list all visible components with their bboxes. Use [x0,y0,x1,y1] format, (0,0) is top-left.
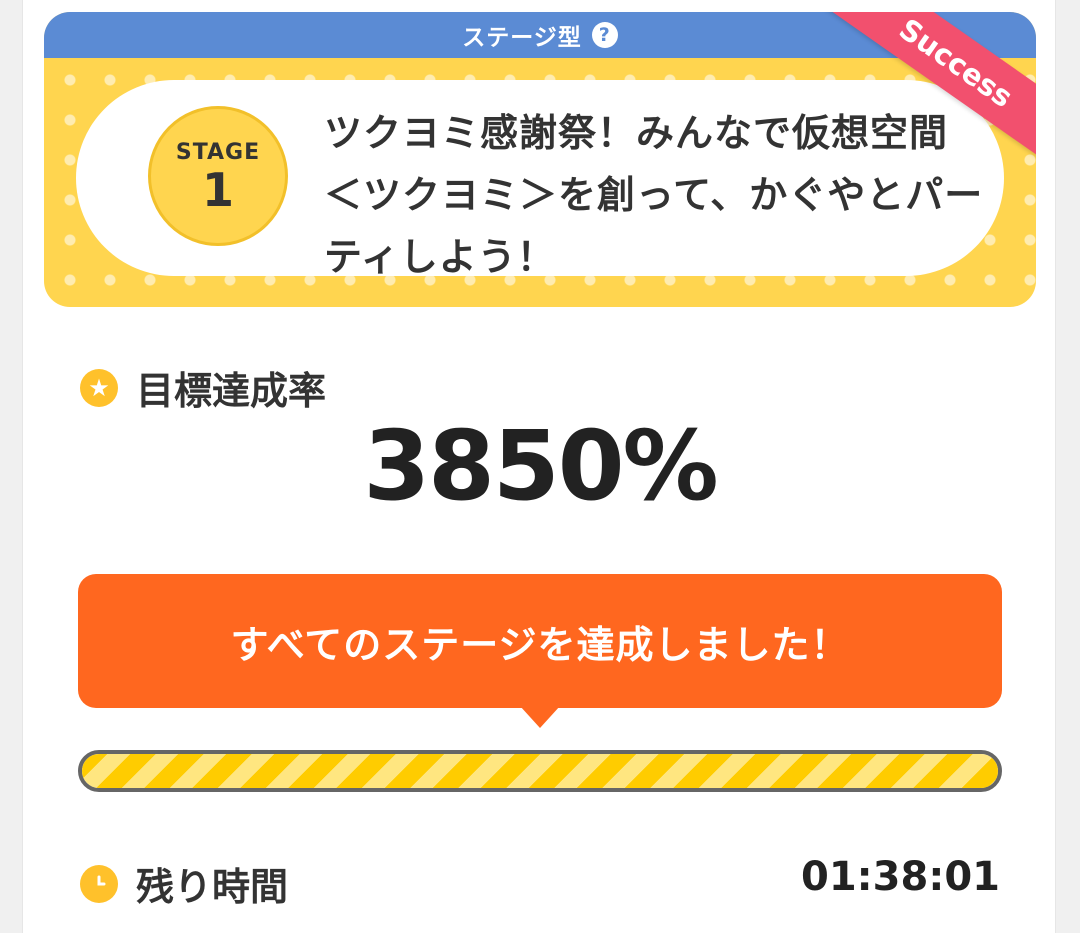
goal-rate-header: ★ 目標達成率 [80,360,326,415]
stage-type-label: ステージ型 [462,25,582,51]
banner-pointer [520,706,560,728]
goal-rate-value: 3850% [363,410,718,522]
star-icon: ★ [80,368,118,407]
remaining-time-label: 残り時間 [136,865,289,909]
remaining-time-header: 残り時間 [80,856,288,911]
goal-rate-label: 目標達成率 [136,369,327,413]
stage-number-badge: STAGE 1 [148,106,288,246]
stage-panel: ステージ型 ? STAGE 1 ツクヨミ感謝祭！みんなで仮想空間＜ツクヨミ＞を創… [44,12,1036,307]
clock-icon [80,864,118,903]
stage-type-header: ステージ型 ? [44,12,1036,58]
all-stages-complete-banner: すべてのステージを達成しました！ [78,574,1002,708]
remaining-time-value: 01:38:01 [801,854,1000,900]
stage-title: ツクヨミ感謝祭！みんなで仮想空間＜ツクヨミ＞を創って、かぐやとパーティしよう！ [324,111,984,279]
stage-info-pill: STAGE 1 ツクヨミ感謝祭！みんなで仮想空間＜ツクヨミ＞を創って、かぐやとパ… [76,80,1004,279]
progress-bar [78,750,1002,792]
banner-text: すべてのステージを達成しました！ [230,622,850,667]
stage-badge-number: 1 [201,162,234,217]
progress-bar-fill [82,754,998,788]
stage-badge-label: STAGE [175,139,261,165]
question-circle-icon[interactable]: ? [591,22,618,48]
